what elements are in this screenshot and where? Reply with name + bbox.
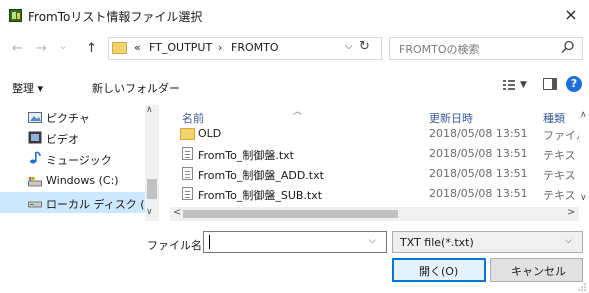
sidebar-scrollbar-thumb[interactable]: [147, 179, 157, 199]
file-name: FromTo_制御盤_SUB.txt: [198, 189, 323, 202]
sidebar-item-label: Windows (C:): [46, 174, 119, 187]
file-date: 2018/05/08 13:51: [429, 167, 528, 180]
pictures-icon: [28, 112, 42, 123]
folder-icon: [112, 42, 127, 54]
open-button-label: 開く(O): [419, 265, 459, 278]
music-icon: [30, 151, 41, 164]
preview-pane-icon[interactable]: [543, 78, 557, 90]
scroll-down-icon[interactable]: ∨: [146, 207, 153, 217]
address-dropdown-icon[interactable]: ⌵: [345, 41, 353, 52]
search-icon[interactable]: [560, 39, 576, 55]
view-options-icon[interactable]: [502, 78, 516, 92]
sidebar-item-label: ローカル ディスク (D: [46, 198, 144, 211]
organize-menu[interactable]: 整理 ▾: [12, 80, 43, 96]
scroll-right-icon[interactable]: >: [567, 207, 575, 218]
app-icon: [9, 9, 22, 22]
search-placeholder[interactable]: FROMTOの検索: [399, 41, 480, 57]
cancel-button-label: キャンセル: [511, 265, 566, 278]
file-type-filter-label: TXT file(*.txt): [400, 236, 474, 249]
filename-dropdown-icon[interactable]: ⌵: [369, 236, 376, 246]
sidebar-item-label: ビデオ: [46, 133, 79, 146]
folder-icon: [180, 128, 195, 140]
file-date: 2018/05/08 13:51: [429, 147, 528, 160]
sidebar-item-label: ミュージック: [46, 154, 112, 167]
scroll-down-icon[interactable]: ∨: [580, 193, 587, 203]
sidebar-scrollbar[interactable]: [145, 105, 159, 221]
breadcrumb-fromto[interactable]: FROMTO: [231, 41, 279, 54]
up-button[interactable]: ↑: [86, 42, 97, 55]
filter-dropdown-icon[interactable]: ⌵: [565, 236, 572, 246]
drive-icon: [28, 177, 42, 187]
back-button[interactable]: ←: [12, 42, 23, 55]
file-date: 2018/05/08 13:51: [429, 187, 528, 200]
sidebar-item-label: ピクチャ: [46, 112, 90, 125]
text-file-icon: [182, 187, 193, 200]
file-name: FromTo_制御盤_ADD.txt: [198, 169, 324, 182]
recent-locations-button[interactable]: ⌄: [59, 40, 67, 53]
window-title: FromToリスト情報ファイル選択: [28, 10, 203, 24]
breadcrumb-separator: ›: [218, 41, 223, 54]
scroll-up-icon[interactable]: ∧: [146, 105, 153, 115]
resize-grip-icon[interactable]: [578, 283, 586, 291]
text-file-icon: [182, 147, 193, 160]
scroll-left-icon[interactable]: <: [173, 207, 181, 218]
drive-icon: [28, 201, 42, 208]
file-type: ファイル: [543, 129, 579, 142]
text-file-icon: [182, 167, 193, 180]
file-name: FromTo_制御盤.txt: [198, 149, 294, 162]
text-cursor: [209, 235, 210, 249]
horizontal-scrollbar-thumb[interactable]: [183, 210, 398, 218]
refresh-button[interactable]: ↻: [359, 39, 370, 54]
view-dropdown-icon[interactable]: ▼: [520, 80, 527, 90]
breadcrumb-overflow[interactable]: «: [134, 41, 141, 54]
file-name: OLD: [198, 127, 222, 140]
forward-button[interactable]: →: [36, 42, 47, 55]
breadcrumb-ft-output[interactable]: FT_OUTPUT: [149, 41, 212, 54]
filename-input[interactable]: [203, 231, 387, 253]
file-type: テキスト: [543, 149, 579, 162]
file-type: テキスト: [543, 189, 579, 202]
help-icon[interactable]: ?: [566, 76, 582, 92]
scroll-up-icon[interactable]: ∧: [580, 110, 587, 120]
sidebar-item-videos[interactable]: [0, 128, 158, 149]
file-date: 2018/05/08 13:51: [429, 127, 528, 140]
new-folder-button[interactable]: 新しいフォルダー: [92, 80, 180, 96]
videos-icon: [28, 131, 42, 144]
close-button[interactable]: ×: [560, 5, 582, 25]
file-type: テキスト: [543, 169, 579, 182]
sort-ascending-icon: ︿: [293, 107, 303, 117]
